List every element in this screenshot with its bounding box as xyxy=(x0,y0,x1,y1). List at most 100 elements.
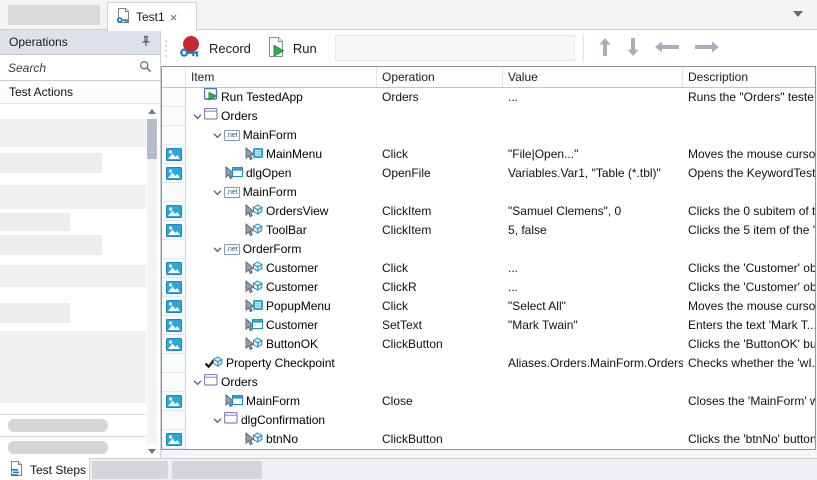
tree-collapse-icon[interactable] xyxy=(210,131,224,140)
operations-panel-header: Operations xyxy=(0,30,160,55)
step-item-label: Customer xyxy=(266,278,318,297)
test-step-row[interactable]: dlgConfirmation xyxy=(162,411,815,430)
grid-header-row: ItemOperationValueDescription xyxy=(162,67,815,88)
column-header-operation[interactable]: Operation xyxy=(377,67,503,87)
pin-icon[interactable] xyxy=(140,35,152,50)
step-description xyxy=(683,411,815,430)
test-step-row[interactable]: ButtonOKClickButtonClicks the 'ButtonOK'… xyxy=(162,335,815,354)
test-step-row[interactable]: btnNoClickButtonClicks the 'btnNo' butto… xyxy=(162,430,815,449)
move-left-button[interactable] xyxy=(652,35,682,62)
test-step-row[interactable]: OrdersViewClickItem"Samuel Clemens", 0Cl… xyxy=(162,202,815,221)
run-button[interactable]: Run xyxy=(261,33,327,64)
run-icon xyxy=(265,36,287,61)
scroll-up-icon[interactable] xyxy=(148,109,156,114)
screenshot-thumbnail-icon[interactable] xyxy=(166,395,182,408)
test-step-row[interactable]: PopupMenuClick"Select All"Moves the mous… xyxy=(162,297,815,316)
redacted-bottom-tab[interactable] xyxy=(172,461,262,479)
screenshot-thumbnail-icon[interactable] xyxy=(166,319,182,332)
step-operation: OpenFile xyxy=(377,164,503,183)
step-operation xyxy=(377,107,503,126)
test-step-row[interactable]: MainMenuClick"File|Open..."Moves the mou… xyxy=(162,145,815,164)
move-up-button[interactable] xyxy=(596,35,614,62)
step-item-label: PopupMenu xyxy=(266,297,331,316)
step-value: "Samuel Clemens", 0 xyxy=(503,202,683,221)
tab-close-icon[interactable]: × xyxy=(170,11,178,24)
step-operation: ClickButton xyxy=(377,335,503,354)
collapsed-category-pill xyxy=(8,419,108,432)
test-step-row[interactable]: Orders xyxy=(162,373,815,392)
step-value xyxy=(503,373,683,392)
move-right-button[interactable] xyxy=(692,35,722,62)
step-value xyxy=(503,335,683,354)
tree-collapse-icon[interactable] xyxy=(210,416,224,425)
tree-collapse-icon[interactable] xyxy=(210,188,224,197)
test-step-row[interactable]: CustomerSetText"Mark Twain"Enters the te… xyxy=(162,316,815,335)
test-step-row[interactable]: Property CheckpointAliases.Orders.MainFo… xyxy=(162,354,815,373)
step-description: Clicks the 'Customer' ob... xyxy=(683,278,815,297)
screenshot-thumbnail-icon[interactable] xyxy=(166,338,182,351)
step-description: Enters the text 'Mark T... xyxy=(683,316,815,335)
test-step-row[interactable]: .netMainForm xyxy=(162,126,815,145)
screenshot-thumbnail-icon[interactable] xyxy=(166,148,182,161)
scrollbar-thumb[interactable] xyxy=(147,119,157,159)
step-operation xyxy=(377,373,503,392)
tab-test-steps[interactable]: Test Steps xyxy=(0,458,90,480)
test-step-row[interactable]: ToolBarClickItem5, falseClicks the 5 ite… xyxy=(162,221,815,240)
step-value xyxy=(503,392,683,411)
redacted-bottom-tab[interactable] xyxy=(92,461,168,479)
row-gutter xyxy=(162,88,186,107)
step-operation: ClickR xyxy=(377,278,503,297)
column-header-description[interactable]: Description xyxy=(683,67,815,87)
onscreen-action-icon-cube xyxy=(244,280,263,296)
collapsed-category-row[interactable] xyxy=(0,436,146,458)
scrollbar-track[interactable] xyxy=(147,119,157,444)
screenshot-thumbnail-icon[interactable] xyxy=(166,167,182,180)
run-button-label: Run xyxy=(293,41,317,56)
scroll-down-icon[interactable] xyxy=(148,449,156,454)
column-header-item[interactable]: Item xyxy=(186,67,377,87)
screenshot-thumbnail-icon[interactable] xyxy=(166,224,182,237)
screenshot-thumbnail-icon[interactable] xyxy=(166,433,182,446)
screenshot-thumbnail-icon[interactable] xyxy=(166,281,182,294)
test-actions-section-header[interactable]: Test Actions xyxy=(0,81,160,104)
screenshot-thumbnail-icon[interactable] xyxy=(166,205,182,218)
screenshot-thumbnail-icon[interactable] xyxy=(166,300,182,313)
screenshot-thumbnail-icon[interactable] xyxy=(166,262,182,275)
step-item-label: dlgOpen xyxy=(246,164,291,183)
test-step-row[interactable]: .netOrderForm xyxy=(162,240,815,259)
tab-overflow-dropdown-icon[interactable] xyxy=(793,11,803,17)
test-step-row[interactable]: CustomerClick...Clicks the 'Customer' ob… xyxy=(162,259,815,278)
test-editor-toolbar: Record Run xyxy=(161,30,817,66)
test-step-row[interactable]: CustomerClickR...Clicks the 'Customer' o… xyxy=(162,278,815,297)
step-operation xyxy=(377,354,503,373)
test-step-row[interactable]: Run TestedAppOrders...Runs the "Orders" … xyxy=(162,88,815,107)
step-operation xyxy=(377,183,503,202)
tree-collapse-icon[interactable] xyxy=(190,112,204,121)
step-operation: Click xyxy=(377,297,503,316)
row-gutter xyxy=(162,411,186,430)
test-step-row[interactable]: Orders xyxy=(162,107,815,126)
tree-collapse-icon[interactable] xyxy=(190,378,204,387)
tab-test1[interactable]: Test1 × xyxy=(107,2,197,31)
tree-collapse-icon[interactable] xyxy=(210,245,224,254)
step-value: ... xyxy=(503,259,683,278)
operations-search[interactable]: Search xyxy=(0,55,160,81)
step-item-label: OrdersView xyxy=(266,202,328,221)
onscreen-action-icon-window xyxy=(224,394,243,410)
test-step-row[interactable]: MainFormCloseCloses the 'MainForm' w... xyxy=(162,392,815,411)
test-step-row[interactable]: dlgOpenOpenFileVariables.Var1, "Table (*… xyxy=(162,164,815,183)
collapsed-category-row[interactable] xyxy=(0,414,146,436)
step-description xyxy=(683,373,815,392)
onscreen-action-icon-cube xyxy=(244,223,263,239)
row-gutter xyxy=(162,183,186,202)
record-button[interactable]: Record xyxy=(174,32,261,65)
operations-scrollbar[interactable] xyxy=(147,107,158,456)
toolbar-grip-icon[interactable] xyxy=(164,40,168,57)
step-description xyxy=(683,107,815,126)
test-step-row[interactable]: .netMainForm xyxy=(162,183,815,202)
dotnet-process-icon: .net xyxy=(224,240,240,259)
testcomplete-window: Test1 × Operations Search Test Actions xyxy=(0,0,817,480)
column-header-value[interactable]: Value xyxy=(503,67,683,87)
move-down-button[interactable] xyxy=(624,35,642,62)
row-gutter xyxy=(162,259,186,278)
